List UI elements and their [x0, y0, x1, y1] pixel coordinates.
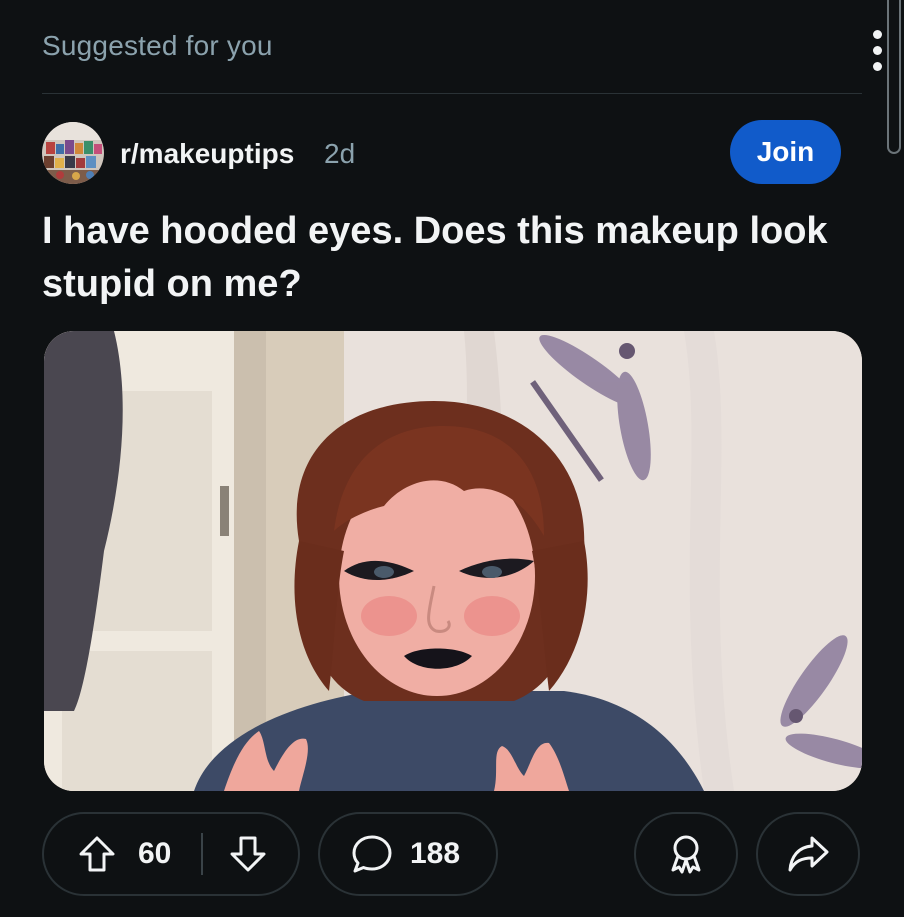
subreddit-avatar[interactable]: [42, 122, 104, 184]
share-arrow-icon: [788, 836, 829, 872]
comment-count: 188: [410, 837, 461, 870]
award-button[interactable]: [634, 812, 738, 896]
award-icon: [671, 835, 701, 874]
vote-count: 60: [138, 837, 172, 870]
scrollbar-thumb[interactable]: [887, 0, 901, 154]
share-button[interactable]: [756, 812, 860, 896]
subreddit-name[interactable]: r/makeuptips: [120, 138, 294, 170]
scrollbar[interactable]: [884, 0, 904, 156]
join-button[interactable]: Join: [730, 120, 841, 184]
post-image[interactable]: [44, 331, 862, 791]
downvote-button[interactable]: [225, 831, 271, 877]
upvote-button[interactable]: [74, 831, 120, 877]
divider: [42, 93, 862, 94]
more-vertical-icon: [872, 29, 882, 39]
arrow-down-icon: [230, 836, 266, 872]
post-actions: 60 188: [42, 812, 862, 896]
suggested-label: Suggested for you: [42, 30, 273, 61]
vote-control: 60: [42, 812, 300, 896]
vote-divider: [201, 833, 204, 875]
arrow-up-icon: [79, 836, 115, 872]
post-meta: r/makeuptips 2d Join: [42, 120, 862, 184]
comments-button[interactable]: 188: [318, 812, 498, 896]
speech-bubble-icon: [352, 835, 392, 873]
feed-header: Suggested for you: [42, 28, 904, 71]
post-age: 2d: [324, 138, 356, 169]
post-title[interactable]: I have hooded eyes. Does this makeup loo…: [42, 205, 872, 311]
